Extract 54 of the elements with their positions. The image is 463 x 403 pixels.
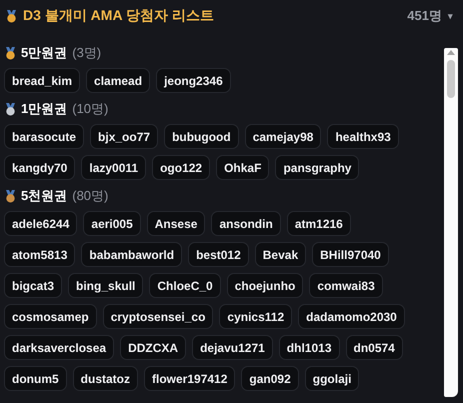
medal-icon xyxy=(6,10,17,22)
winner-chip: dejavu1271 xyxy=(192,335,273,360)
winner-chip: ChloeC_0 xyxy=(149,273,221,298)
winner-chip: jeong2346 xyxy=(156,68,231,93)
winner-chip: comwai83 xyxy=(309,273,383,298)
winner-chip: atm1216 xyxy=(286,211,351,236)
winner-chip: OhkaF xyxy=(216,155,270,180)
winner-chip: bing_skull xyxy=(68,273,144,298)
winner-chip: choejunho xyxy=(226,273,304,298)
winner-chip: darksaverclosea xyxy=(4,335,114,360)
winner-chip: ggolaji xyxy=(304,366,360,391)
winner-chip: dhl1013 xyxy=(278,335,340,360)
winner-chip: barasocute xyxy=(4,124,84,149)
winner-chip: BHill97040 xyxy=(312,242,389,267)
scrollbar[interactable] xyxy=(444,48,458,397)
prize-label: 1만원권 xyxy=(21,100,68,118)
winner-chip: bjx_oo77 xyxy=(90,124,158,149)
winner-count: (10명) xyxy=(72,100,108,118)
winner-chip: cryptosensei_co xyxy=(102,304,214,329)
winner-chip: Ansese xyxy=(146,211,206,236)
winner-chip: adele6244 xyxy=(4,211,78,236)
prize-label: 5천원권 xyxy=(21,187,68,205)
winner-chip: atom5813 xyxy=(4,242,76,267)
winner-chip: dn0574 xyxy=(346,335,403,360)
winner-chip: dadamomo2030 xyxy=(298,304,405,329)
winner-chip: gan092 xyxy=(241,366,299,391)
winner-chip: aeri005 xyxy=(83,211,141,236)
winner-chip: best012 xyxy=(188,242,249,267)
winner-chip: cosmosamep xyxy=(4,304,97,329)
winner-chip: bubugood xyxy=(164,124,239,149)
count-dropdown[interactable]: 451명 ▾ xyxy=(407,7,453,25)
scrollbar-thumb[interactable] xyxy=(447,60,455,98)
winner-chip: kangdy70 xyxy=(4,155,76,180)
winner-chip: healthx93 xyxy=(327,124,399,149)
winner-chip: babambaworld xyxy=(81,242,182,267)
winner-chip: pansgraphy xyxy=(275,155,360,180)
winner-count: (3명) xyxy=(72,44,102,62)
winner-chip: DDZCXA xyxy=(120,335,186,360)
winner-chip: flower197412 xyxy=(144,366,236,391)
prize-label: 5만원권 xyxy=(21,44,68,62)
winner-chip: lazy0011 xyxy=(81,155,146,180)
winner-chip: ogo122 xyxy=(152,155,210,180)
winner-chip: cynics112 xyxy=(219,304,292,329)
winner-chip: bigcat3 xyxy=(4,273,62,298)
list-title: D3 불개미 AMA 당첨자 리스트 xyxy=(23,7,215,25)
winner-count: (80명) xyxy=(72,187,108,205)
winner-chip: Bevak xyxy=(254,242,306,267)
winner-chip: clamead xyxy=(86,68,150,93)
winner-chip: bread_kim xyxy=(4,68,80,93)
winner-chip: donum5 xyxy=(4,366,67,391)
winner-chip: ansondin xyxy=(211,211,281,236)
winner-chip: dustatoz xyxy=(72,366,138,391)
up-arrow-icon[interactable] xyxy=(447,50,455,55)
winner-chip: camejay98 xyxy=(244,124,322,149)
